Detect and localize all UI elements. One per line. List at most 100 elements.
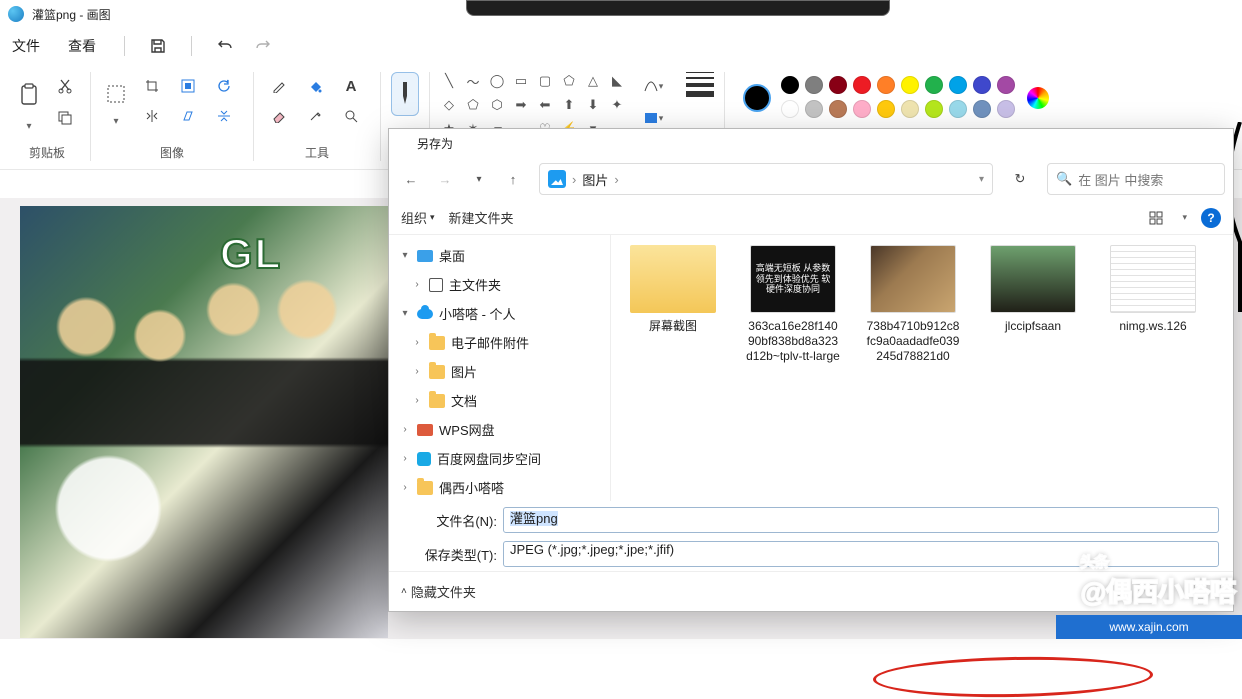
shape-star4-icon[interactable]: ✦	[608, 96, 626, 114]
twisty-icon[interactable]: ›	[411, 279, 423, 290]
stroke-width-picker[interactable]	[686, 72, 714, 97]
crop-icon[interactable]	[137, 72, 167, 100]
new-folder-button[interactable]: 新建文件夹	[449, 208, 514, 227]
twisty-icon[interactable]: ›	[411, 337, 423, 348]
organize-menu[interactable]: 组织▾	[401, 208, 435, 227]
skew-icon[interactable]	[173, 102, 203, 130]
tree-item[interactable]: ›主文件夹	[393, 270, 606, 299]
color-swatch[interactable]	[853, 100, 871, 118]
color-primary[interactable]	[743, 84, 771, 112]
magnifier-icon[interactable]	[336, 102, 366, 130]
flip-v-icon[interactable]	[209, 102, 239, 130]
paste-button[interactable]	[14, 73, 44, 117]
shape-arrowd-icon[interactable]: ⬇	[584, 96, 602, 114]
color-swatch[interactable]	[997, 76, 1015, 94]
nav-back-icon[interactable]: ←	[397, 165, 425, 193]
view-mode-icon[interactable]	[1144, 206, 1168, 230]
tree-item[interactable]: ›百度网盘同步空间	[393, 444, 606, 473]
tree-item[interactable]: ▾小嗒嗒 - 个人	[393, 299, 606, 328]
save-icon[interactable]	[149, 37, 167, 55]
color-palette-row2[interactable]	[781, 100, 1017, 120]
tree-item[interactable]: ›图片	[393, 357, 606, 386]
color-swatch[interactable]	[853, 76, 871, 94]
file-item[interactable]: jlccipfsaan	[985, 245, 1081, 334]
twisty-icon[interactable]: ▾	[399, 308, 411, 319]
nav-up-icon[interactable]: ↑	[499, 165, 527, 193]
twisty-icon[interactable]: ▾	[399, 250, 411, 261]
color-palette-row1[interactable]	[781, 76, 1017, 96]
brush-button[interactable]	[391, 72, 419, 116]
color-swatch[interactable]	[877, 100, 895, 118]
nav-recent-icon[interactable]: ▾	[465, 165, 493, 193]
picker-icon[interactable]	[300, 102, 330, 130]
shape-line-icon[interactable]: ╲	[440, 72, 458, 90]
shape-hexagon-icon[interactable]: ⬡	[488, 96, 506, 114]
menu-file[interactable]: 文件	[8, 32, 44, 60]
menu-view[interactable]: 查看	[64, 32, 100, 60]
shape-curve-icon[interactable]: 〜	[464, 72, 482, 90]
undo-icon[interactable]	[216, 37, 234, 55]
rotate-icon[interactable]	[209, 72, 239, 100]
tree-item[interactable]: ›偶西小嗒嗒	[393, 473, 606, 501]
chevron-down-icon[interactable]: ▾	[1182, 212, 1187, 223]
folder-tree[interactable]: ▾桌面›主文件夹▾小嗒嗒 - 个人›电子邮件附件›图片›文档›WPS网盘›百度网…	[389, 235, 611, 501]
color-swatch[interactable]	[901, 76, 919, 94]
shape-outline-icon[interactable]: ▾	[638, 72, 668, 100]
cut-icon[interactable]	[50, 72, 80, 100]
color-swatch[interactable]	[949, 76, 967, 94]
fill-icon[interactable]	[300, 72, 330, 100]
twisty-icon[interactable]: ›	[411, 366, 423, 377]
file-item[interactable]: 高端无短板 从参数领先到体验优先 软硬件深度协同363ca16e28f14090…	[745, 245, 841, 364]
color-swatch[interactable]	[949, 100, 967, 118]
color-swatch[interactable]	[901, 100, 919, 118]
redo-icon[interactable]	[254, 37, 272, 55]
twisty-icon[interactable]: ›	[399, 424, 411, 435]
tree-item[interactable]: ›文档	[393, 386, 606, 415]
shape-diamond-icon[interactable]: ◇	[440, 96, 458, 114]
shape-pentagon-icon[interactable]: ⬠	[464, 96, 482, 114]
color-swatch[interactable]	[805, 76, 823, 94]
flip-h-icon[interactable]	[137, 102, 167, 130]
shape-arrowl-icon[interactable]: ⬅	[536, 96, 554, 114]
color-swatch[interactable]	[805, 100, 823, 118]
color-swatch[interactable]	[877, 76, 895, 94]
color-swatch[interactable]	[997, 100, 1015, 118]
text-icon[interactable]: A	[336, 72, 366, 100]
twisty-icon[interactable]: ›	[411, 395, 423, 406]
select-button[interactable]	[101, 76, 131, 112]
shape-roundrect-icon[interactable]: ▢	[536, 72, 554, 90]
shape-oval-icon[interactable]: ◯	[488, 72, 506, 90]
tree-item[interactable]: ›电子邮件附件	[393, 328, 606, 357]
search-input[interactable]: 🔍 在 图片 中搜索	[1047, 163, 1225, 195]
shape-rect-icon[interactable]: ▭	[512, 72, 530, 90]
edit-colors-icon[interactable]	[1027, 87, 1049, 109]
chevron-down-icon[interactable]: ▾	[979, 174, 984, 185]
color-swatch[interactable]	[829, 76, 847, 94]
eraser-icon[interactable]	[264, 102, 294, 130]
tree-item[interactable]: ›WPS网盘	[393, 415, 606, 444]
nav-forward-icon[interactable]: →	[431, 165, 459, 193]
color-swatch[interactable]	[781, 100, 799, 118]
shape-polygon-icon[interactable]: ⬠	[560, 72, 578, 90]
file-item[interactable]: nimg.ws.126	[1105, 245, 1201, 334]
copy-icon[interactable]	[50, 104, 80, 132]
file-item[interactable]: 738b4710b912c8fc9a0aadadfe039245d78821d0	[865, 245, 961, 364]
hide-folders-toggle[interactable]: ˄隐藏文件夹	[401, 582, 476, 601]
color-swatch[interactable]	[925, 100, 943, 118]
color-swatch[interactable]	[973, 76, 991, 94]
color-swatch[interactable]	[973, 100, 991, 118]
twisty-icon[interactable]: ›	[399, 453, 411, 464]
resize-icon[interactable]	[173, 72, 203, 100]
pencil-icon[interactable]	[264, 72, 294, 100]
file-item[interactable]: 屏幕截图	[625, 245, 721, 334]
breadcrumb[interactable]: › 图片 › ▾	[539, 163, 993, 195]
shape-arrowr-icon[interactable]: ➡	[512, 96, 530, 114]
filename-input[interactable]: 灌篮png	[503, 507, 1219, 533]
shape-arrowu-icon[interactable]: ⬆	[560, 96, 578, 114]
canvas-image[interactable]: GL	[20, 206, 388, 638]
file-list[interactable]: 屏幕截图高端无短板 从参数领先到体验优先 软硬件深度协同363ca16e28f1…	[611, 235, 1233, 501]
color-swatch[interactable]	[925, 76, 943, 94]
breadcrumb-item[interactable]: 图片	[582, 170, 608, 189]
color-swatch[interactable]	[781, 76, 799, 94]
help-icon[interactable]: ?	[1201, 208, 1221, 228]
